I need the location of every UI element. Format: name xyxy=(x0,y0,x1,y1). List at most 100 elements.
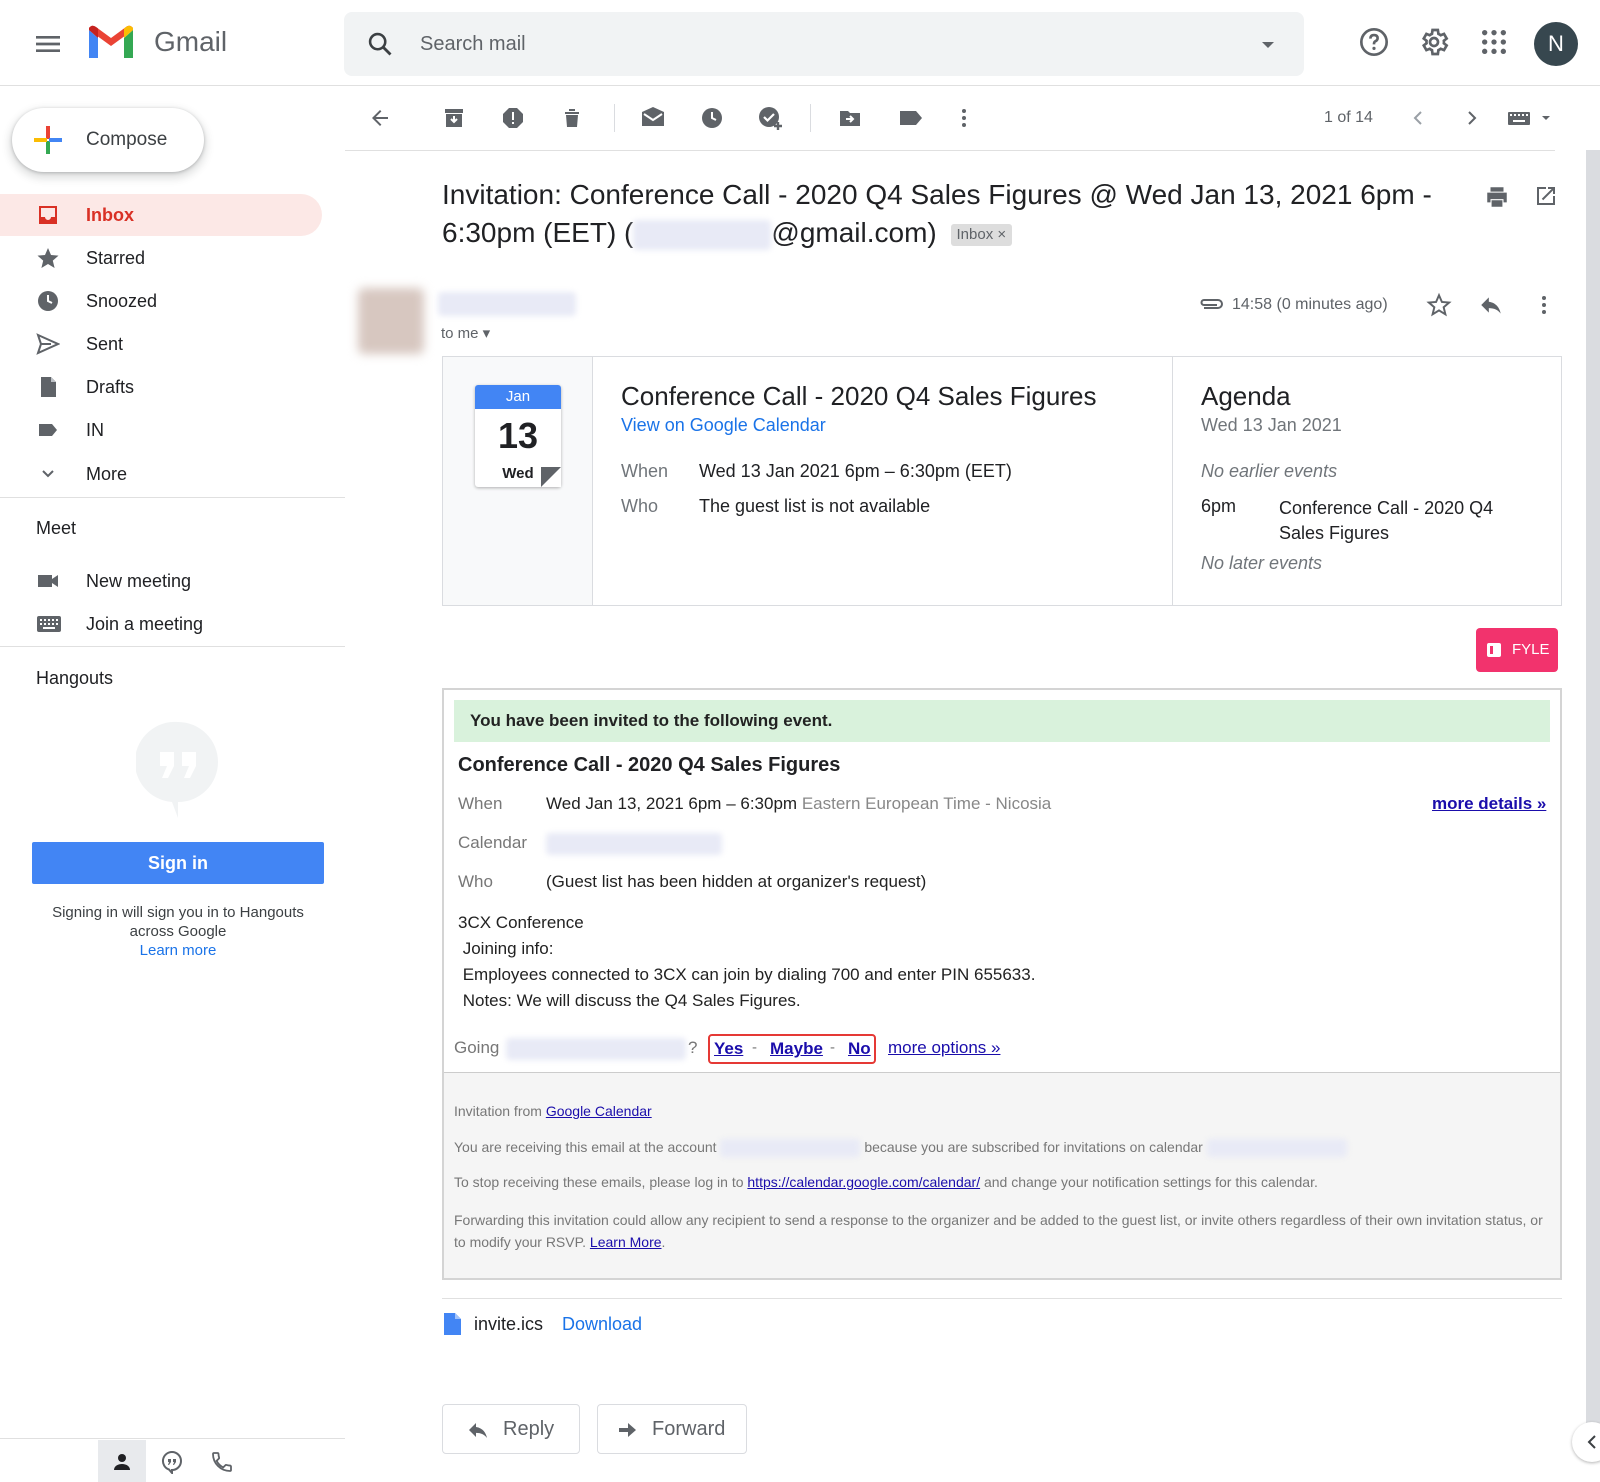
clock-icon xyxy=(36,289,60,313)
agenda-event[interactable]: Conference Call - 2020 Q4 Sales Figures xyxy=(1279,496,1529,546)
cal-day: 13 xyxy=(497,415,539,456)
footer-stop-text: To stop receiving these emails, please l… xyxy=(454,1174,744,1190)
older-chevron-icon[interactable] xyxy=(1460,106,1484,130)
scrollbar-thumb[interactable] xyxy=(1586,150,1600,1440)
sidebar-item-label: More xyxy=(86,464,128,484)
sidebar-item-in[interactable]: IN xyxy=(0,409,322,451)
to-me-label: to me xyxy=(441,325,479,342)
rsvp-separator: - xyxy=(752,1039,757,1056)
calendar-url-link[interactable]: https://calendar.google.com/calendar/ xyxy=(747,1174,980,1190)
invite-when-label: When xyxy=(458,794,503,813)
archive-icon[interactable] xyxy=(442,106,466,130)
agenda-title: Agenda xyxy=(1201,381,1291,411)
sidebar-item-sent[interactable]: Sent xyxy=(0,323,322,365)
keyboard-icon xyxy=(36,612,62,636)
footer-stop: To stop receiving these emails, please l… xyxy=(454,1174,1318,1190)
hangouts-quote-icon xyxy=(136,720,220,820)
search-bar[interactable]: Search mail xyxy=(344,12,1304,76)
calendar-id-redacted xyxy=(1206,1139,1347,1158)
learn-more-link[interactable]: Learn more xyxy=(32,941,324,960)
no-later-events: No later events xyxy=(1201,553,1323,573)
star-icon[interactable] xyxy=(1426,292,1452,318)
invite-event-title: Conference Call - 2020 Q4 Sales Figures xyxy=(458,754,841,776)
person-icon xyxy=(110,1450,134,1474)
sidebar-item-more[interactable]: More xyxy=(0,453,322,495)
search-icon[interactable] xyxy=(366,30,394,58)
main-menu-icon[interactable] xyxy=(32,28,64,60)
move-to-icon[interactable] xyxy=(838,106,862,130)
toolbar-divider xyxy=(810,104,811,132)
more-options-link[interactable]: more options » xyxy=(888,1038,1000,1058)
sender-avatar xyxy=(358,288,424,354)
footer-from: Invitation from Google Calendar xyxy=(454,1103,652,1119)
sidebar-item-inbox[interactable]: Inbox xyxy=(0,194,322,236)
help-icon[interactable] xyxy=(1358,26,1392,60)
going-account-redacted xyxy=(506,1038,686,1060)
invite-who-value: (Guest list has been hidden at organizer… xyxy=(546,872,927,891)
calendar-redacted xyxy=(546,833,722,855)
when-value: Wed 13 Jan 2021 6pm – 6:30pm (EET) xyxy=(699,461,1012,481)
learn-more-link[interactable]: Learn More xyxy=(590,1234,662,1250)
compose-button[interactable]: Compose xyxy=(12,108,204,172)
rsvp-maybe-link[interactable]: Maybe xyxy=(770,1039,823,1059)
chevron-left-icon xyxy=(1584,1432,1600,1452)
newer-chevron-icon[interactable] xyxy=(1406,106,1430,130)
footer-receiving: You are receiving this email at the acco… xyxy=(454,1139,1347,1158)
fyle-button[interactable]: FYLE xyxy=(1476,628,1558,672)
input-tools-icon[interactable] xyxy=(1508,106,1554,130)
settings-gear-icon[interactable] xyxy=(1418,26,1452,60)
rsvp-no-link[interactable]: No xyxy=(848,1039,871,1059)
sidebar-divider xyxy=(0,497,345,498)
search-options-icon[interactable] xyxy=(1260,40,1276,50)
snooze-clock-icon[interactable] xyxy=(700,106,724,130)
delete-icon[interactable] xyxy=(560,106,584,130)
reply-button[interactable]: Reply xyxy=(442,1404,580,1454)
inbox-label-chip[interactable]: Inbox × xyxy=(950,223,1013,246)
view-on-calendar-link[interactable]: View on Google Calendar xyxy=(621,415,826,436)
report-spam-icon[interactable] xyxy=(501,106,525,130)
recipients-toggle[interactable]: to me ▾ xyxy=(441,324,490,342)
mark-unread-icon[interactable] xyxy=(640,106,664,130)
rsvp-yes-link[interactable]: Yes xyxy=(714,1039,743,1059)
forward-label: Forward xyxy=(652,1418,726,1440)
phone-icon[interactable] xyxy=(210,1450,234,1474)
join-meeting-item[interactable]: Join a meeting xyxy=(0,603,322,645)
sidebar-item-drafts[interactable]: Drafts xyxy=(0,366,322,408)
hangouts-sign-in-button[interactable]: Sign in xyxy=(32,842,324,884)
subject-suffix: @gmail.com) xyxy=(771,217,937,248)
add-task-icon[interactable] xyxy=(758,106,782,130)
subject-text: Invitation: Conference Call - 2020 Q4 Sa… xyxy=(442,179,1432,248)
download-link[interactable]: Download xyxy=(562,1314,642,1335)
sidebar-divider xyxy=(0,1438,345,1439)
google-calendar-link[interactable]: Google Calendar xyxy=(546,1103,652,1119)
new-meeting-item[interactable]: New meeting xyxy=(0,560,322,602)
star-icon xyxy=(36,246,60,270)
no-earlier-events: No earlier events xyxy=(1201,461,1338,481)
contacts-tab[interactable] xyxy=(98,1440,146,1482)
hangouts-tab-icon[interactable] xyxy=(160,1450,184,1474)
back-arrow-icon[interactable] xyxy=(368,106,392,130)
sidebar-item-label: Starred xyxy=(86,248,146,268)
sidebar-item-starred[interactable]: Starred xyxy=(0,237,322,279)
more-vert-icon[interactable] xyxy=(1532,292,1556,318)
more-details-link[interactable]: more details » xyxy=(1432,794,1546,814)
gmail-logo-icon[interactable] xyxy=(86,24,136,62)
sidebar-item-snoozed[interactable]: Snoozed xyxy=(0,280,322,322)
calendar-event-card: Jan 13 Wed Conference Call - 2020 Q4 Sal… xyxy=(442,356,1562,606)
desc-line: 3CX Conference xyxy=(458,913,584,932)
search-input[interactable]: Search mail xyxy=(420,33,526,56)
forward-button[interactable]: Forward xyxy=(597,1404,747,1454)
attachment-clip-icon xyxy=(1198,294,1224,314)
open-new-window-icon[interactable] xyxy=(1534,184,1558,208)
sidebar-item-label: Sent xyxy=(86,334,124,354)
invite-when-value: Wed Jan 13, 2021 6pm – 6:30pm Eastern Eu… xyxy=(546,794,1051,814)
more-vert-icon[interactable] xyxy=(952,106,976,130)
reply-icon[interactable] xyxy=(1478,292,1504,318)
apps-grid-icon[interactable] xyxy=(1478,26,1512,60)
side-panel-toggle[interactable] xyxy=(1572,1422,1600,1462)
print-icon[interactable] xyxy=(1484,184,1510,210)
label-tag-icon[interactable] xyxy=(898,106,922,130)
footer-recv-text-2: because you are subscribed for invitatio… xyxy=(864,1139,1203,1155)
email-subject: Invitation: Conference Call - 2020 Q4 Sa… xyxy=(442,176,1462,252)
account-avatar[interactable]: N xyxy=(1534,22,1578,66)
